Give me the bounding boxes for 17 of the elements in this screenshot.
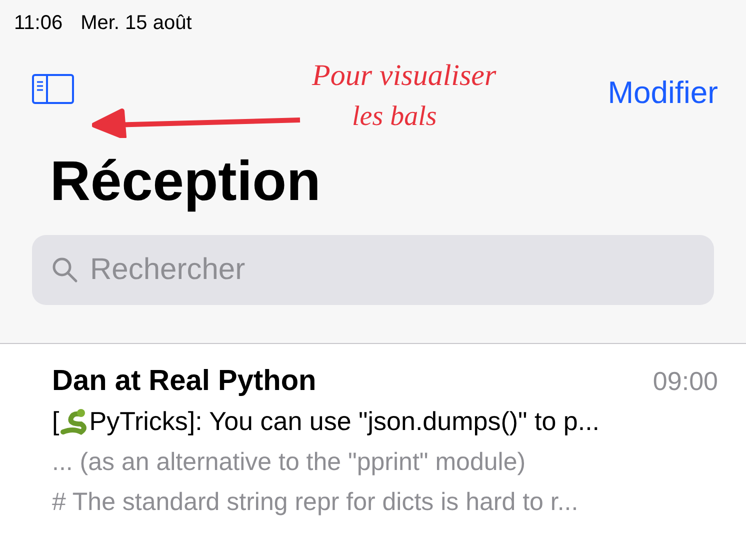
subject-text: PyTricks]: You can use "json.dumps()" to p... (89, 404, 600, 438)
preview-text: # The standard string repr for dicts is hard to r... (52, 487, 580, 518)
annotation-text: les bals (352, 100, 437, 134)
status-date: Mer. 15 août (80, 11, 192, 36)
annotation-text: Pour visualiser (312, 58, 496, 94)
page-title: Réception (49, 148, 322, 214)
search-field[interactable]: Rechercher (32, 235, 714, 305)
status-time: 11:06 (14, 11, 63, 36)
edit-button[interactable]: Modifier (608, 70, 718, 116)
sidebar-toggle-icon[interactable] (32, 74, 74, 104)
search-icon (52, 257, 78, 283)
sender-name: Dan at Real Python (52, 364, 316, 399)
subject-text: [ (52, 404, 60, 438)
message-time: 09:00 (652, 365, 718, 398)
snake-icon (59, 406, 90, 436)
arrow-icon (92, 108, 302, 138)
preview-text: ... (as an alternative to the "pprint" module) (52, 447, 527, 478)
